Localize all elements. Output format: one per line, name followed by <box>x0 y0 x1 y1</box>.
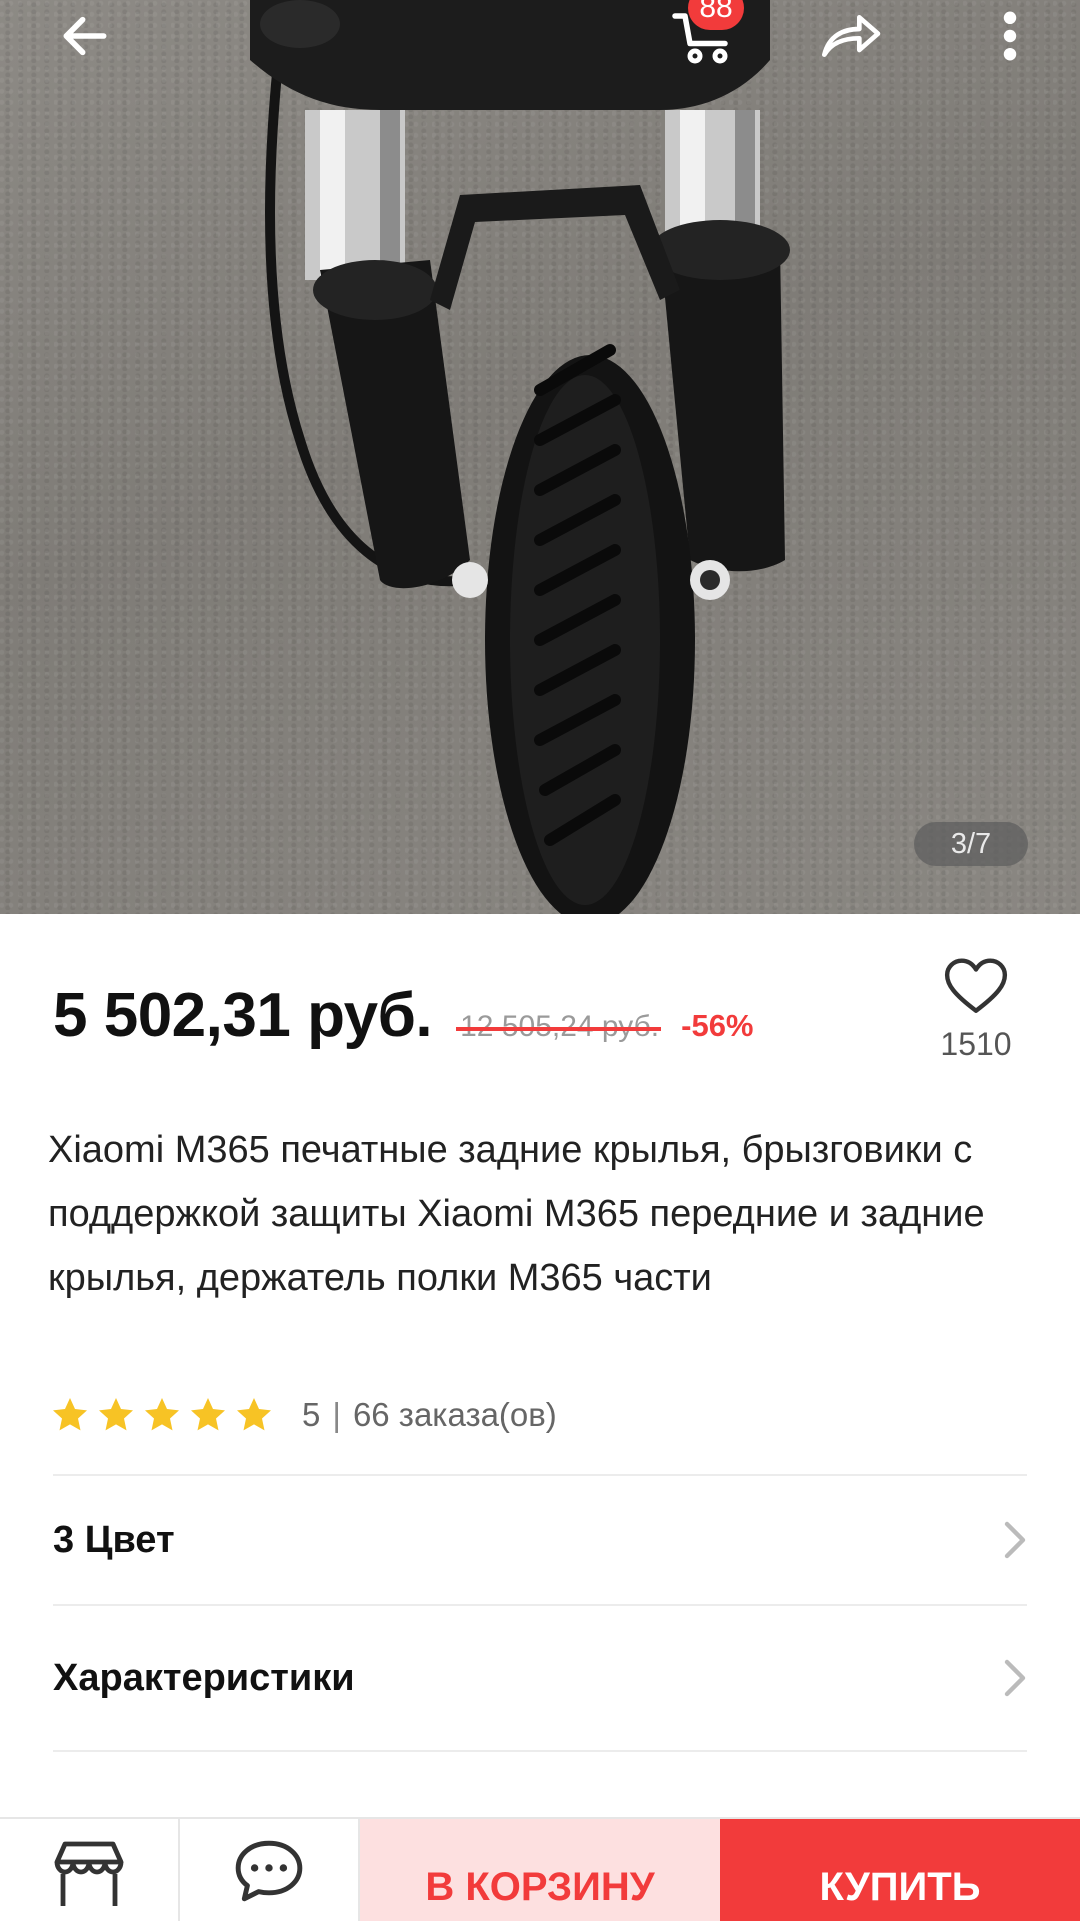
store-icon <box>54 1841 124 1906</box>
add-to-cart-button[interactable]: В КОРЗИНУ <box>360 1819 720 1921</box>
current-price: 5 502,31 руб. <box>53 981 433 1050</box>
heart-icon <box>944 958 1008 1013</box>
arrow-left-icon <box>63 16 107 56</box>
back-button[interactable] <box>50 0 120 72</box>
color-selector-row[interactable]: 3 Цвет <box>53 1474 1027 1604</box>
rating-row[interactable]: 5 | 66 заказа(ов) <box>50 1390 557 1440</box>
specs-row[interactable]: Характеристики <box>53 1604 1027 1750</box>
star-icon <box>53 1398 87 1431</box>
bottom-action-bar: В КОРЗИНУ КУПИТЬ <box>0 1817 1080 1921</box>
share-icon <box>822 15 881 58</box>
chevron-right-icon <box>1004 1521 1026 1559</box>
price-row: 5 502,31 руб. 12 505,24 руб. -56% <box>53 980 754 1051</box>
chat-button[interactable] <box>180 1819 360 1921</box>
store-button[interactable] <box>0 1819 180 1921</box>
chevron-right-icon <box>1004 1659 1026 1697</box>
wishlist-count: 1510 <box>940 1026 1012 1062</box>
chat-icon <box>235 1840 303 1902</box>
color-row-label: 3 Цвет <box>53 1518 175 1561</box>
scooter-wheel-image <box>250 0 790 914</box>
old-price: 12 505,24 руб. <box>456 1010 662 1043</box>
buy-now-button[interactable]: КУПИТЬ <box>720 1819 1080 1921</box>
star-icon <box>145 1398 179 1431</box>
more-button[interactable] <box>990 0 1030 72</box>
product-photo[interactable]: 88 3/7 <box>0 0 1080 914</box>
star-icon <box>237 1398 271 1431</box>
star-rating <box>50 1395 274 1435</box>
star-icon <box>191 1398 225 1431</box>
discount-badge: -56% <box>681 1008 754 1043</box>
product-title: Xiaomi M365 печатные задние крылья, брыз… <box>48 1129 985 1299</box>
rating-value: 5 <box>302 1396 321 1433</box>
more-vertical-icon <box>1003 11 1017 61</box>
image-counter: 3/7 <box>914 822 1028 866</box>
orders-count: 66 заказа(ов) <box>352 1396 557 1433</box>
rating-separator: | <box>332 1396 341 1433</box>
specs-row-label: Характеристики <box>53 1656 355 1699</box>
wishlist-button[interactable]: 1510 <box>930 955 1022 1063</box>
star-icon <box>99 1398 133 1431</box>
share-button[interactable] <box>810 0 890 72</box>
